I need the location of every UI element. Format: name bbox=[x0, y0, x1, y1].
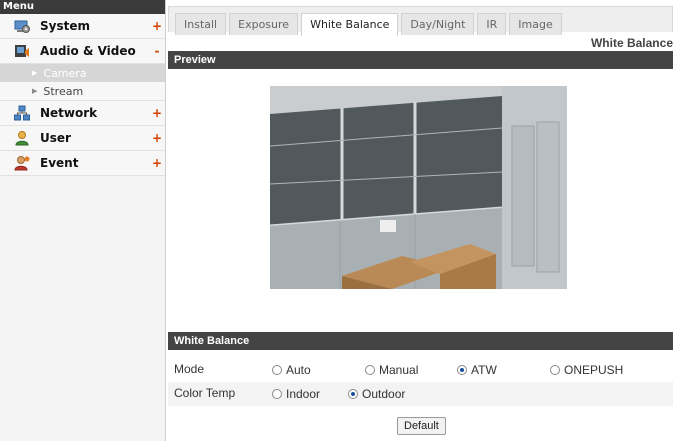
audio-video-icon bbox=[14, 43, 30, 59]
color-temp-row: Color Temp Indoor Outdoor bbox=[168, 382, 673, 406]
page-title: White Balance bbox=[590, 36, 673, 50]
tab-day-night[interactable]: Day/Night bbox=[401, 13, 475, 35]
preview-header: Preview bbox=[168, 51, 673, 69]
color-temp-radio-indoor[interactable]: Indoor bbox=[272, 387, 320, 401]
sidebar-item-network[interactable]: Network + bbox=[0, 101, 165, 126]
radio-dot bbox=[365, 365, 375, 375]
main-content: Install Exposure White Balance Day/Night… bbox=[168, 0, 673, 441]
expand-icon[interactable]: + bbox=[149, 19, 165, 33]
sidebar: Menu System + Audio & Video - ▶ Camera ▶… bbox=[0, 0, 166, 441]
sidebar-subitem-stream[interactable]: ▶ Stream bbox=[0, 82, 165, 101]
mode-radio-manual[interactable]: Manual bbox=[365, 363, 418, 377]
sidebar-item-label: System bbox=[40, 19, 90, 33]
expand-icon[interactable]: + bbox=[149, 106, 165, 120]
color-temp-radio-outdoor[interactable]: Outdoor bbox=[348, 387, 405, 401]
user-icon bbox=[14, 130, 30, 146]
event-icon bbox=[14, 155, 30, 171]
sidebar-subitem-label: Camera bbox=[43, 66, 87, 80]
arrow-right-icon: ▶ bbox=[32, 87, 38, 95]
expand-icon[interactable]: + bbox=[149, 131, 165, 145]
expand-icon[interactable]: + bbox=[149, 156, 165, 170]
sidebar-item-label: Audio & Video bbox=[40, 44, 136, 58]
menu-header: Menu bbox=[0, 0, 165, 14]
tab-white-balance[interactable]: White Balance bbox=[301, 13, 399, 36]
mode-radio-auto[interactable]: Auto bbox=[272, 363, 311, 377]
sidebar-subitem-camera[interactable]: ▶ Camera bbox=[0, 64, 165, 82]
mode-radio-atw[interactable]: ATW bbox=[457, 363, 497, 377]
sidebar-item-label: Network bbox=[40, 106, 98, 120]
tab-bar: Install Exposure White Balance Day/Night… bbox=[168, 6, 673, 36]
mode-label: Mode bbox=[174, 362, 205, 376]
sidebar-subitem-label: Stream bbox=[43, 84, 84, 98]
system-icon bbox=[14, 18, 30, 34]
radio-dot bbox=[550, 365, 560, 375]
radio-dot-checked bbox=[348, 389, 358, 399]
mode-row: Mode Auto Manual ATW ONEPUSH bbox=[168, 358, 673, 382]
tab-install[interactable]: Install bbox=[175, 13, 227, 35]
sidebar-item-event[interactable]: Event + bbox=[0, 151, 165, 176]
collapse-icon[interactable]: - bbox=[149, 44, 165, 58]
radio-dot bbox=[272, 389, 282, 399]
network-icon bbox=[14, 105, 30, 121]
mode-radio-onepush[interactable]: ONEPUSH bbox=[550, 363, 623, 377]
color-temp-label: Color Temp bbox=[174, 386, 236, 400]
sidebar-item-system[interactable]: System + bbox=[0, 14, 165, 39]
sidebar-item-audio-video[interactable]: Audio & Video - bbox=[0, 39, 165, 64]
camera-preview-image bbox=[270, 86, 567, 289]
sidebar-item-label: User bbox=[40, 131, 71, 145]
sidebar-item-user[interactable]: User + bbox=[0, 126, 165, 151]
camera-preview bbox=[270, 86, 567, 289]
arrow-right-icon: ▶ bbox=[32, 69, 38, 77]
radio-dot bbox=[272, 365, 282, 375]
white-balance-header: White Balance bbox=[168, 332, 673, 350]
radio-dot-checked bbox=[457, 365, 467, 375]
tab-ir[interactable]: IR bbox=[477, 13, 507, 35]
sidebar-item-label: Event bbox=[40, 156, 79, 170]
tab-exposure[interactable]: Exposure bbox=[229, 13, 299, 35]
tab-image[interactable]: Image bbox=[509, 13, 562, 35]
default-button[interactable]: Default bbox=[397, 417, 446, 435]
